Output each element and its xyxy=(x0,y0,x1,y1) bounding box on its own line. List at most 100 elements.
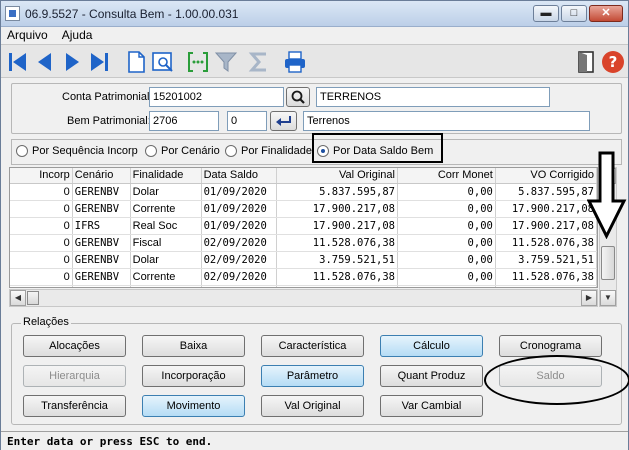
cell: 0 xyxy=(10,234,73,252)
cell: 0,00 xyxy=(397,200,496,218)
asset-fields-panel: Conta Patrimonial: 15201002 TERRENOS Bem… xyxy=(11,83,622,134)
exit-icon[interactable] xyxy=(574,50,598,74)
relations-title: Relações xyxy=(21,316,71,328)
alocacoes-button[interactable]: Alocações xyxy=(23,335,126,357)
transferencia-button[interactable]: Transferência xyxy=(23,395,126,417)
radio-label: Por Finalidade xyxy=(241,145,312,157)
main-window: 06.9.5527 - Consulta Bem - 1.00.00.031 ▬… xyxy=(0,0,629,450)
status-bar: Enter data or press ESC to end. xyxy=(1,431,628,450)
table-header: Incorp Cenário Finalidade Data Saldo Val… xyxy=(10,168,597,184)
cell: 17.900.217,08 xyxy=(276,200,398,218)
col-header[interactable]: Cenário xyxy=(72,168,131,184)
cell: 17.900.217,08 xyxy=(276,217,398,235)
cell: 17.900.217,08 xyxy=(495,200,597,218)
cell: Corrente xyxy=(130,200,202,218)
hierarquia-button[interactable]: Hierarquia xyxy=(23,365,126,387)
table-row[interactable]: 0 IFRS Real Soc 01/09/2020 17.900.217,08 0,00… xyxy=(10,217,597,235)
cell: GERENBV xyxy=(72,268,131,286)
parametro-button[interactable]: Parâmetro xyxy=(261,365,364,387)
enter-button[interactable] xyxy=(270,111,297,131)
scroll-right-icon[interactable]: ▶ xyxy=(581,290,597,306)
menu-arquivo[interactable]: Arquivo xyxy=(1,27,53,42)
next-icon[interactable] xyxy=(60,50,84,74)
search-button[interactable] xyxy=(286,87,310,107)
cell: 0,00 xyxy=(397,183,496,201)
cell: 5.837.595,87 xyxy=(495,183,597,201)
quant-produz-button[interactable]: Quant Produz xyxy=(380,365,483,387)
var-cambial-button[interactable]: Var Cambial xyxy=(380,395,483,417)
col-header[interactable]: VO Corrigido xyxy=(495,168,597,184)
cronograma-button[interactable]: Cronograma xyxy=(499,335,602,357)
calculo-button[interactable]: Cálculo xyxy=(380,335,483,357)
cell: 3.759.521,51 xyxy=(276,251,398,269)
movimento-button[interactable]: Movimento xyxy=(142,395,245,417)
balance-table[interactable]: Incorp Cenário Finalidade Data Saldo Val… xyxy=(9,167,598,288)
cell: Corrente xyxy=(130,268,202,286)
cell: 17.900.217,08 xyxy=(495,217,597,235)
svg-text:?: ? xyxy=(609,53,618,71)
cell: 5.837.595,87 xyxy=(276,183,398,201)
scroll-left-icon[interactable]: ◀ xyxy=(10,290,26,306)
table-row[interactable]: 0 GERENBV Fiscal 02/09/2020 11.528.076,38 0,0… xyxy=(10,234,597,252)
cell: Real Soc xyxy=(130,217,202,235)
incorporacao-button[interactable]: Incorporação xyxy=(142,365,245,387)
goto-icon[interactable] xyxy=(186,50,210,74)
last-icon[interactable] xyxy=(87,50,111,74)
app-icon xyxy=(5,6,20,21)
cell: 11.528.076,38 xyxy=(495,234,597,252)
prev-icon[interactable] xyxy=(33,50,57,74)
cell: 0,00 xyxy=(397,251,496,269)
scroll-thumb[interactable] xyxy=(27,291,39,305)
cell: 11.528.076,38 xyxy=(495,268,597,286)
cell: 02/09/2020 xyxy=(201,251,277,269)
cell: 01/09/2020 xyxy=(201,200,277,218)
conta-description: TERRENOS xyxy=(316,87,550,107)
bem-seq-input[interactable]: 0 xyxy=(227,111,267,131)
col-header[interactable]: Corr Monet xyxy=(397,168,496,184)
print-icon[interactable] xyxy=(283,50,307,74)
baixa-button[interactable]: Baixa xyxy=(142,335,245,357)
scroll-down-icon[interactable]: ▼ xyxy=(600,290,616,306)
bem-input[interactable]: 2706 xyxy=(149,111,219,131)
preview-icon[interactable] xyxy=(151,50,175,74)
menu-bar: Arquivo Ajuda xyxy=(1,27,628,43)
cell: 0 xyxy=(10,251,73,269)
table-row[interactable]: 0 GERENBV Dolar 01/09/2020 5.837.595,87 0,00 5… xyxy=(10,183,597,201)
col-header[interactable]: Incorp xyxy=(10,168,73,184)
minimize-button[interactable]: ▬ xyxy=(533,5,559,22)
table-row[interactable] xyxy=(10,285,597,287)
cell: GERENBV xyxy=(72,200,131,218)
maximize-button[interactable]: □ xyxy=(561,5,587,22)
conta-input[interactable]: 15201002 xyxy=(149,87,284,107)
table-row[interactable]: 0 GERENBV Dolar 02/09/2020 3.759.521,51 0,00 3… xyxy=(10,251,597,269)
col-header[interactable]: Finalidade xyxy=(130,168,202,184)
cell: 11.528.076,38 xyxy=(276,268,398,286)
table-row[interactable]: 0 GERENBV Corrente 02/09/2020 11.528.076,38 0… xyxy=(10,268,597,286)
col-header[interactable]: Data Saldo xyxy=(201,168,277,184)
cell: 0 xyxy=(10,183,73,201)
radio-label: Por Sequência Incorp xyxy=(32,145,138,157)
menu-ajuda[interactable]: Ajuda xyxy=(56,27,98,42)
horizontal-scrollbar[interactable]: ◀ ▶ xyxy=(9,289,598,307)
cell: Dolar xyxy=(130,251,202,269)
cell: GERENBV xyxy=(72,251,131,269)
col-header[interactable]: Val Original xyxy=(276,168,398,184)
filter-icon[interactable] xyxy=(214,50,238,74)
close-button[interactable]: ✕ xyxy=(589,5,623,22)
sum-icon[interactable] xyxy=(247,50,271,74)
cell: 0 xyxy=(10,268,73,286)
scroll-thumb[interactable] xyxy=(601,246,615,280)
first-icon[interactable] xyxy=(6,50,30,74)
bem-description: Terrenos xyxy=(303,111,590,131)
window-title: 06.9.5527 - Consulta Bem - 1.00.00.031 xyxy=(25,7,239,21)
radio-circle xyxy=(16,145,28,157)
help-icon[interactable]: ? xyxy=(601,50,625,74)
cell: 0 xyxy=(10,200,73,218)
table-row[interactable]: 0 GERENBV Corrente 01/09/2020 17.900.217,08 0… xyxy=(10,200,597,218)
radio-circle xyxy=(145,145,157,157)
new-doc-icon[interactable] xyxy=(124,50,148,74)
val-original-button[interactable]: Val Original xyxy=(261,395,364,417)
cell: 0,00 xyxy=(397,268,496,286)
cell: 0,00 xyxy=(397,217,496,235)
caracteristica-button[interactable]: Característica xyxy=(261,335,364,357)
